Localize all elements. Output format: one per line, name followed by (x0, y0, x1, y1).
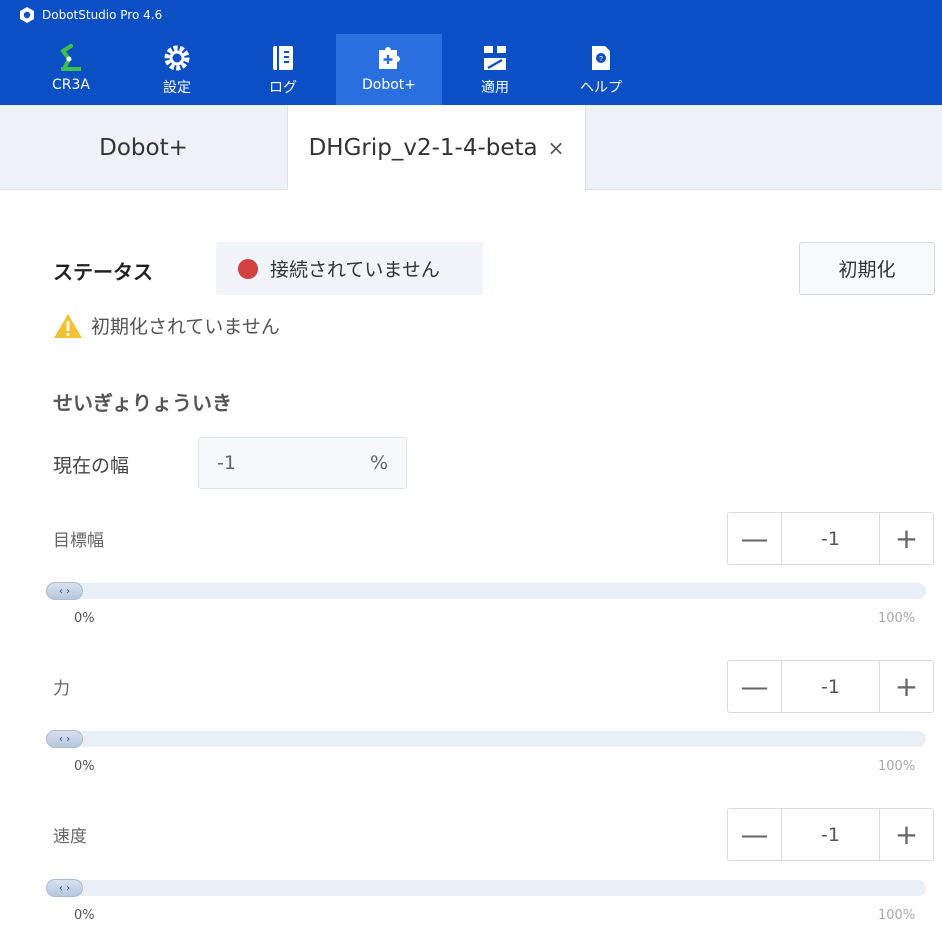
slider-max-label: 100% (878, 759, 916, 774)
warning-text: 初期化されていません (91, 316, 280, 338)
log-book-icon (268, 42, 298, 74)
slider-min-label: 0% (74, 759, 95, 774)
increment-button[interactable]: + (880, 661, 933, 712)
connection-status-text: 接続されていません (270, 259, 440, 281)
main-nav: CR3A 設定 ログ Dobot+ 適用 ? ヘルプ (18, 34, 654, 105)
help-doc-icon: ? (586, 42, 616, 74)
decrement-button[interactable]: — (728, 661, 781, 712)
nav-item-dobot-plus[interactable]: Dobot+ (336, 34, 442, 105)
connection-status: 接続されていません (216, 242, 483, 295)
decrement-button[interactable]: — (728, 513, 781, 564)
slider-min-label: 0% (74, 908, 95, 923)
nav-item-settings[interactable]: 設定 (124, 34, 230, 105)
tab-label: Dobot+ (99, 134, 188, 161)
slider-max-label: 100% (878, 611, 916, 626)
current-width-value: -1 (217, 452, 236, 474)
nav-item-cr3a[interactable]: CR3A (18, 34, 124, 105)
decrement-button[interactable]: — (728, 809, 781, 860)
status-dot-icon (238, 258, 258, 279)
speed-stepper: — -1 + (727, 808, 934, 861)
top-bar: DobotStudio Pro 4.6 CR3A 設定 ログ Dobot+ 適用… (0, 0, 942, 105)
gear-icon (162, 42, 192, 74)
increment-button[interactable]: + (880, 809, 933, 860)
tab-dobot-plus[interactable]: Dobot+ (0, 105, 288, 190)
current-width-unit: % (369, 452, 388, 474)
increment-button[interactable]: + (880, 513, 933, 564)
puzzle-plus-icon (374, 42, 404, 74)
plugin-tab-strip: Dobot+ DHGrip_v2-1-4-beta × (0, 105, 942, 191)
target-width-stepper: — -1 + (727, 512, 934, 565)
force-slider-track[interactable] (46, 731, 926, 747)
slider-max-label: 100% (878, 908, 916, 923)
speed-slider-handle[interactable]: ‹ › (46, 879, 83, 897)
current-width-display: -1 % (198, 437, 407, 489)
nav-item-help[interactable]: ? ヘルプ (548, 34, 654, 105)
target-width-label: 目標幅 (53, 531, 104, 551)
slider-min-label: 0% (74, 611, 95, 626)
target-width-slider-handle[interactable]: ‹ › (46, 582, 83, 600)
nav-label: ログ (269, 80, 297, 96)
control-heading: せいぎょりょういき (53, 391, 232, 415)
speed-label: 速度 (53, 827, 87, 847)
robot-arm-icon (56, 42, 86, 74)
tab-dhgrip[interactable]: DHGrip_v2-1-4-beta × (288, 105, 586, 191)
nav-item-log[interactable]: ログ (230, 34, 336, 105)
speed-slider-track[interactable] (46, 880, 926, 896)
app-logo-icon (20, 7, 34, 23)
svg-text:?: ? (599, 56, 603, 63)
target-width-slider-track[interactable] (46, 583, 926, 599)
target-width-input[interactable]: -1 (781, 513, 880, 564)
app-title: DobotStudio Pro 4.6 (42, 8, 163, 22)
nav-item-apply[interactable]: 適用 (442, 34, 548, 105)
force-label: 力 (53, 679, 70, 699)
nav-label: 設定 (163, 80, 191, 96)
force-input[interactable]: -1 (781, 661, 880, 712)
nav-label: CR3A (52, 77, 90, 93)
tab-label: DHGrip_v2-1-4-beta (308, 135, 538, 161)
title-bar: DobotStudio Pro 4.6 (0, 0, 162, 30)
nav-label: Dobot+ (361, 77, 417, 93)
init-warning: 初期化されていません (53, 312, 280, 339)
force-slider-handle[interactable]: ‹ › (46, 730, 83, 748)
speed-input[interactable]: -1 (781, 809, 880, 860)
initialize-button[interactable]: 初期化 (799, 242, 935, 295)
current-width-label: 現在の幅 (53, 455, 130, 477)
nav-label: ヘルプ (580, 80, 622, 96)
force-stepper: — -1 + (727, 660, 934, 713)
warning-icon (54, 313, 82, 338)
close-icon[interactable]: × (548, 136, 565, 160)
status-heading: ステータス (53, 260, 153, 284)
nav-label: 適用 (481, 80, 509, 96)
apply-blocks-icon (480, 42, 510, 74)
